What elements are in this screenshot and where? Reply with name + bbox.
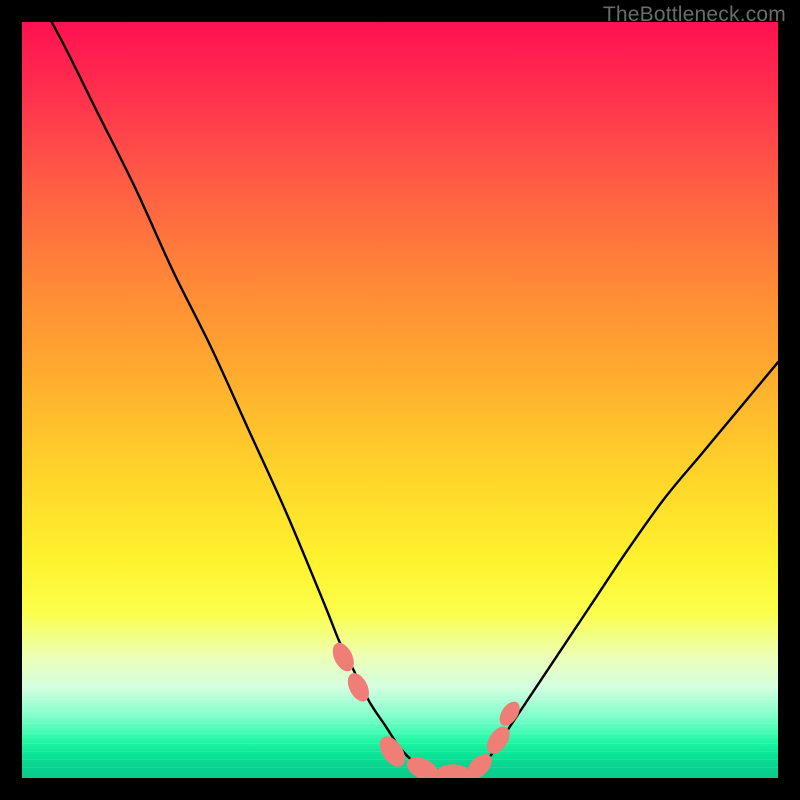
outer-frame: TheBottleneck.com [0, 0, 800, 800]
curve-markers [328, 639, 523, 778]
curve-group [22, 22, 778, 778]
curve-marker [436, 764, 470, 778]
watermark-text: TheBottleneck.com [603, 3, 786, 27]
plot-area [22, 22, 778, 778]
bottleneck-curve-svg [22, 22, 778, 778]
bottleneck-curve [22, 22, 778, 776]
